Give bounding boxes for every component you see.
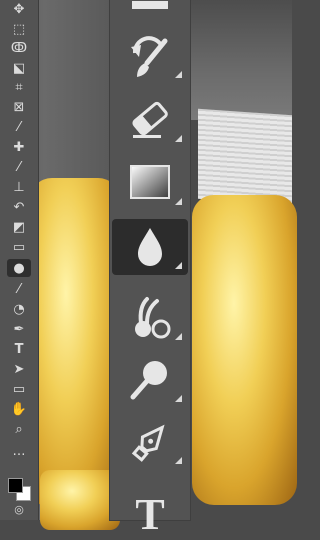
crop-tool-icon[interactable]: ⌗: [7, 78, 31, 96]
gradient-tool-icon[interactable]: ▭: [7, 238, 31, 256]
fried-food-left: [30, 178, 120, 508]
more-tools-indicator: [175, 395, 182, 402]
quick-mask-icon[interactable]: ◎: [7, 500, 31, 518]
newspaper: [198, 108, 292, 206]
history-brush-tool-icon[interactable]: ↶: [7, 198, 31, 216]
rectangle-tool-icon[interactable]: ▭: [7, 380, 31, 398]
eraser-icon: [132, 101, 168, 138]
fried-food-bottom: [40, 470, 120, 530]
more-tools-indicator: [175, 262, 182, 269]
photo-background-right: [190, 0, 292, 120]
more-tools-indicator: [175, 198, 182, 205]
blur-drop-icon: [138, 228, 162, 266]
path-selection-tool-icon[interactable]: ➤: [7, 360, 31, 378]
type-tool-icon[interactable]: T: [7, 340, 31, 358]
more-tools-indicator: [175, 71, 182, 78]
tool-blur[interactable]: [112, 219, 188, 275]
marquee-tool-icon[interactable]: ⬚: [7, 20, 31, 38]
hand-tool-icon[interactable]: ✋: [7, 400, 31, 418]
tool-gradient[interactable]: [112, 155, 188, 211]
gradient-icon: [130, 165, 170, 199]
frame-tool-icon[interactable]: ⊠: [7, 98, 31, 116]
zoomed-tools-panel: T: [110, 0, 190, 539]
eyedropper-tool-icon[interactable]: ⁄: [7, 118, 31, 136]
pen-icon: [131, 424, 165, 462]
object-selection-tool-icon[interactable]: ⬕: [7, 59, 31, 77]
move-tool-icon[interactable]: ✥: [7, 0, 31, 18]
more-tools-indicator: [175, 333, 182, 340]
zoom-tool-icon[interactable]: ⌕: [7, 420, 31, 438]
tool-eraser[interactable]: [112, 92, 188, 148]
clone-stamp-tool-icon[interactable]: ⊥: [7, 178, 31, 196]
foreground-color-swatch[interactable]: [8, 478, 23, 493]
lasso-tool-icon[interactable]: ↂ: [7, 39, 31, 57]
tool-pen[interactable]: [112, 414, 188, 470]
tool-smudge[interactable]: [112, 290, 188, 346]
brush-tool-icon[interactable]: ⁄: [7, 158, 31, 176]
smudge-tool-icon[interactable]: ⁄: [7, 280, 31, 298]
more-tools-indicator: [175, 457, 182, 464]
edit-toolbar-icon[interactable]: …: [7, 442, 31, 460]
tool-type[interactable]: T: [112, 478, 188, 539]
history-brush-icon: [131, 36, 168, 77]
dodge-icon: [130, 361, 167, 400]
fried-food-right: [192, 195, 297, 505]
tool-history-brush[interactable]: [112, 28, 188, 84]
eraser-tool-icon[interactable]: ◩: [7, 218, 31, 236]
tools-panel: ✥ ⬚ ↂ ⬕ ⌗ ⊠ ⁄ ✚ ⁄ ⊥ ↶ ◩ ▭ ● ⁄ ◔ ✒ T ➤ ▭ …: [0, 0, 39, 520]
healing-brush-tool-icon[interactable]: ✚: [7, 138, 31, 156]
tool-dodge[interactable]: [112, 352, 188, 408]
smudge-icon: [135, 297, 171, 339]
blur-tool-icon[interactable]: ●: [7, 259, 31, 277]
dodge-tool-icon[interactable]: ◔: [7, 300, 31, 318]
gradient-icon: [132, 1, 168, 9]
type-tool-label: T: [135, 489, 165, 539]
more-tools-indicator: [175, 135, 182, 142]
pen-tool-icon[interactable]: ✒: [7, 320, 31, 338]
